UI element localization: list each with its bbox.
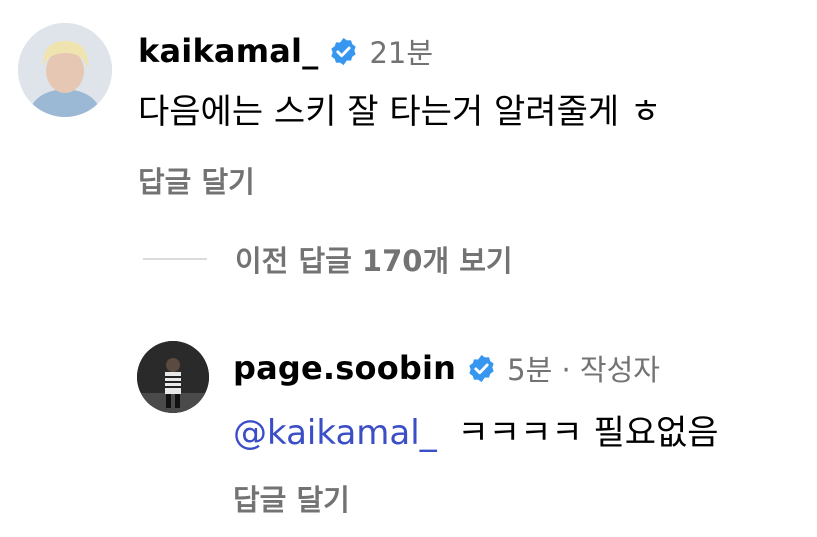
- reply-username[interactable]: page.soobin: [233, 349, 456, 387]
- reply-text-line: @kaikamal_ ㅋㅋㅋㅋ 필요없음: [233, 405, 719, 454]
- comment-username[interactable]: kaikamal_: [138, 32, 318, 70]
- avatar-kaikamal-image: [18, 23, 112, 117]
- avatar-page-soobin-image: [137, 341, 209, 413]
- reply-header: page.soobin 5분 · 작성자: [233, 347, 660, 389]
- comment-header: kaikamal_ 21분: [138, 30, 433, 72]
- reply-text: ㅋㅋㅋㅋ 필요없음: [457, 413, 719, 453]
- view-previous-replies-button[interactable]: 이전 답글 170개 보기: [143, 238, 513, 280]
- reply-time: 5분 · 작성자: [507, 353, 660, 387]
- avatar-page-soobin[interactable]: [137, 341, 209, 413]
- comment-text: 다음에는 스키 잘 타는거 알려줄게 ㅎ: [138, 92, 662, 132]
- verified-badge-icon: [469, 354, 494, 382]
- mention-link[interactable]: @kaikamal_: [233, 413, 437, 453]
- reply-button[interactable]: 답글 달기: [138, 159, 255, 201]
- view-previous-replies-label: 이전 답글 170개 보기: [235, 244, 513, 278]
- comment-time: 21분: [369, 36, 434, 70]
- reply-button-2[interactable]: 답글 달기: [233, 477, 350, 519]
- divider-line: [143, 258, 207, 260]
- avatar-kaikamal[interactable]: [18, 23, 112, 117]
- verified-badge-icon: [331, 37, 357, 65]
